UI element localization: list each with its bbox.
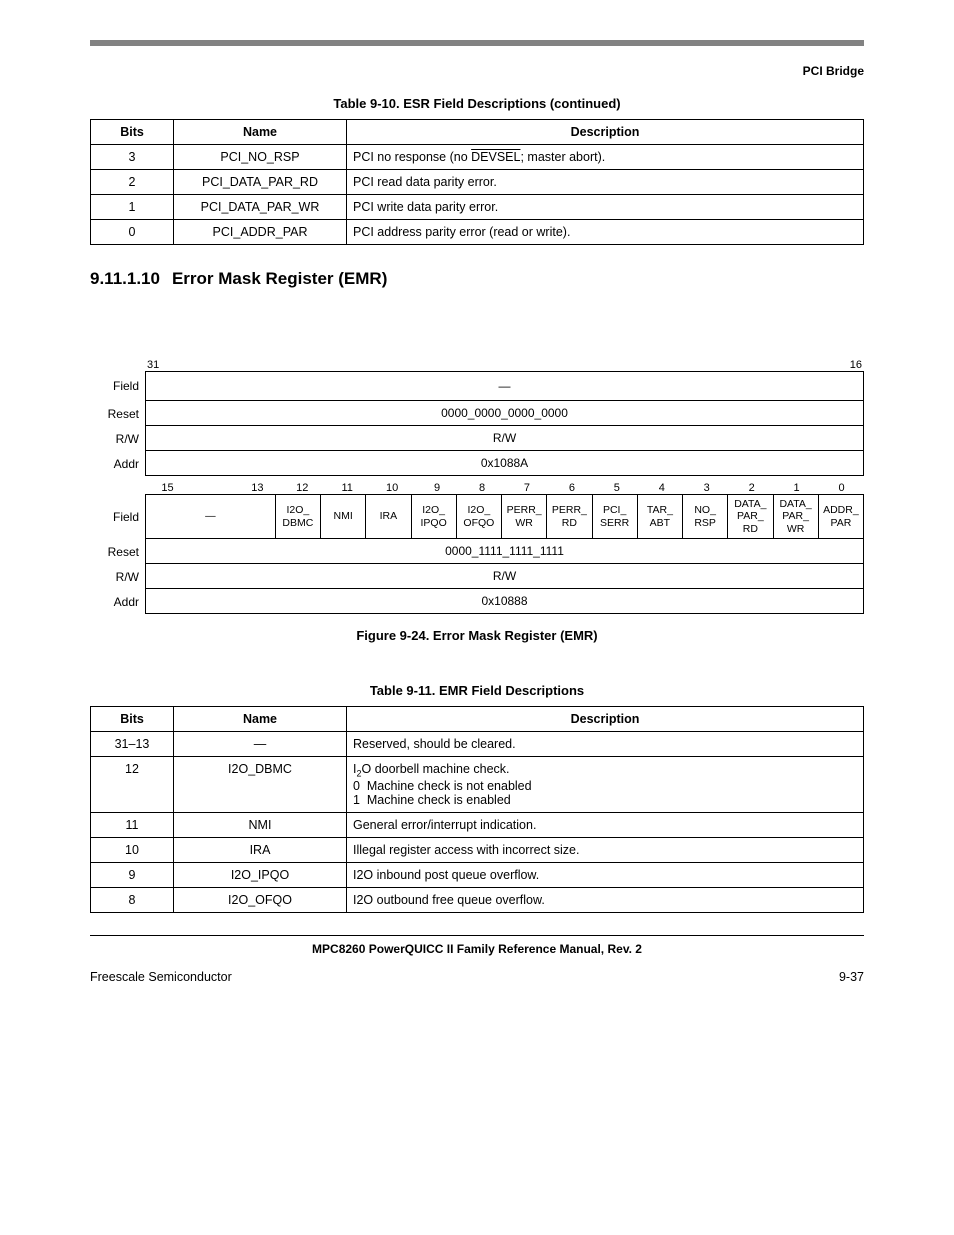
figure-caption: Figure 9-24. Error Mask Register (EMR): [90, 628, 864, 643]
field-cell: PERR_RD: [547, 495, 592, 539]
bit-label: 0: [819, 482, 864, 494]
cell-name: PCI_DATA_PAR_WR: [174, 195, 347, 220]
field-cell: DATA_PAR_RD: [728, 495, 773, 539]
field-cell: I2O_IPQO: [412, 495, 457, 539]
cell-desc: PCI read data parity error.: [347, 170, 864, 195]
bit-label: 12: [280, 482, 325, 494]
bit-label: 4: [639, 482, 684, 494]
header-rule: [90, 40, 864, 46]
cell-name: I2O_IPQO: [174, 862, 347, 887]
cell-desc: I2O outbound free queue overflow.: [347, 887, 864, 912]
bit-label: 1: [774, 482, 819, 494]
cell-desc: PCI address parity error (read or write)…: [347, 220, 864, 245]
field-cell: PCI_SERR: [593, 495, 638, 539]
cell-name: PCI_NO_RSP: [174, 145, 347, 170]
reset-upper: 0000_0000_0000_0000: [145, 401, 864, 426]
footer-manual: MPC8260 PowerQUICC II Family Reference M…: [90, 935, 864, 956]
cell-name: I2O_OFQO: [174, 887, 347, 912]
bit-label: 8: [460, 482, 505, 494]
rw-upper: R/W: [145, 426, 864, 451]
col-desc: Description: [347, 120, 864, 145]
reset-lower: 0000_1111_1111_1111: [145, 539, 864, 564]
field-cell: PERR_WR: [502, 495, 547, 539]
col-desc: Description: [347, 707, 864, 732]
bit-label: [190, 482, 235, 494]
section-title: Error Mask Register (EMR): [172, 269, 387, 288]
field-cell: DATA_PAR_WR: [774, 495, 819, 539]
bit-label: 13: [235, 482, 280, 494]
field-lower: —I2O_DBMCNMIIRAI2O_IPQOI2O_OFQOPERR_WRPE…: [145, 494, 864, 539]
table-910-caption: Table 9-10. ESR Field Descriptions (cont…: [90, 96, 864, 111]
cell-desc: I2O doorbell machine check.0 Machine che…: [347, 757, 864, 813]
cell-name: PCI_ADDR_PAR: [174, 220, 347, 245]
table-910: Bits Name Description 3PCI_NO_RSPPCI no …: [90, 119, 864, 245]
cell-bits: 3: [91, 145, 174, 170]
cell-bits: 2: [91, 170, 174, 195]
bit-label: 15: [145, 482, 190, 494]
cell-name: NMI: [174, 812, 347, 837]
bit-label: 7: [505, 482, 550, 494]
cell-bits: 9: [91, 862, 174, 887]
table-911: Bits Name Description 31–13—Reserved, sh…: [90, 706, 864, 913]
footer-right: 9-37: [839, 970, 864, 984]
section-heading: 9.11.1.10 Error Mask Register (EMR): [90, 269, 864, 289]
field-cell: I2O_DBMC: [276, 495, 321, 539]
col-bits: Bits: [91, 707, 174, 732]
row-label-field: Field: [90, 371, 145, 401]
bit-label: 16: [817, 359, 864, 371]
cell-desc: General error/interrupt indication.: [347, 812, 864, 837]
row-label-addr: Addr: [90, 451, 145, 476]
row-label-reset: Reset: [90, 401, 145, 426]
section-number: 9.11.1.10: [90, 269, 160, 289]
bit-label: 11: [325, 482, 370, 494]
footer-left: Freescale Semiconductor: [90, 970, 232, 984]
section-header: PCI Bridge: [90, 64, 864, 78]
field-cell: NO_RSP: [683, 495, 728, 539]
cell-bits: 1: [91, 195, 174, 220]
field-cell: ADDR_PAR: [819, 495, 864, 539]
field-cell: I2O_OFQO: [457, 495, 502, 539]
cell-bits: 12: [91, 757, 174, 813]
cell-name: PCI_DATA_PAR_RD: [174, 170, 347, 195]
field-cell: NMI: [321, 495, 366, 539]
register-diagram: 31 16 Field — Reset 0000_0000_0000_0000 …: [90, 359, 864, 614]
row-label-field: Field: [90, 494, 145, 539]
bit-label: 6: [549, 482, 594, 494]
cell-desc: Reserved, should be cleared.: [347, 732, 864, 757]
cell-bits: 10: [91, 837, 174, 862]
bit-label: 31: [145, 359, 192, 371]
field-cell: IRA: [366, 495, 411, 539]
cell-bits: 31–13: [91, 732, 174, 757]
cell-desc: I2O inbound post queue overflow.: [347, 862, 864, 887]
rw-lower: R/W: [145, 564, 864, 589]
cell-bits: 11: [91, 812, 174, 837]
bit-label: 3: [684, 482, 729, 494]
bit-label: 5: [594, 482, 639, 494]
bit-label: 10: [370, 482, 415, 494]
cell-bits: 8: [91, 887, 174, 912]
table-911-caption: Table 9-11. EMR Field Descriptions: [90, 683, 864, 698]
field-upper: —: [145, 371, 864, 401]
row-label-addr: Addr: [90, 589, 145, 614]
cell-desc: PCI write data parity error.: [347, 195, 864, 220]
cell-bits: 0: [91, 220, 174, 245]
bit-label: 9: [415, 482, 460, 494]
cell-name: IRA: [174, 837, 347, 862]
cell-desc: Illegal register access with incorrect s…: [347, 837, 864, 862]
bit-label: 2: [729, 482, 774, 494]
row-label-reset: Reset: [90, 539, 145, 564]
field-cell: TAR_ABT: [638, 495, 683, 539]
col-name: Name: [174, 707, 347, 732]
col-bits: Bits: [91, 120, 174, 145]
row-label-rw: R/W: [90, 426, 145, 451]
cell-name: I2O_DBMC: [174, 757, 347, 813]
cell-name: —: [174, 732, 347, 757]
field-cell: —: [146, 495, 276, 539]
row-label-rw: R/W: [90, 564, 145, 589]
col-name: Name: [174, 120, 347, 145]
cell-desc: PCI no response (no DEVSEL; master abort…: [347, 145, 864, 170]
addr-lower: 0x10888: [145, 589, 864, 614]
addr-upper: 0x1088A: [145, 451, 864, 476]
